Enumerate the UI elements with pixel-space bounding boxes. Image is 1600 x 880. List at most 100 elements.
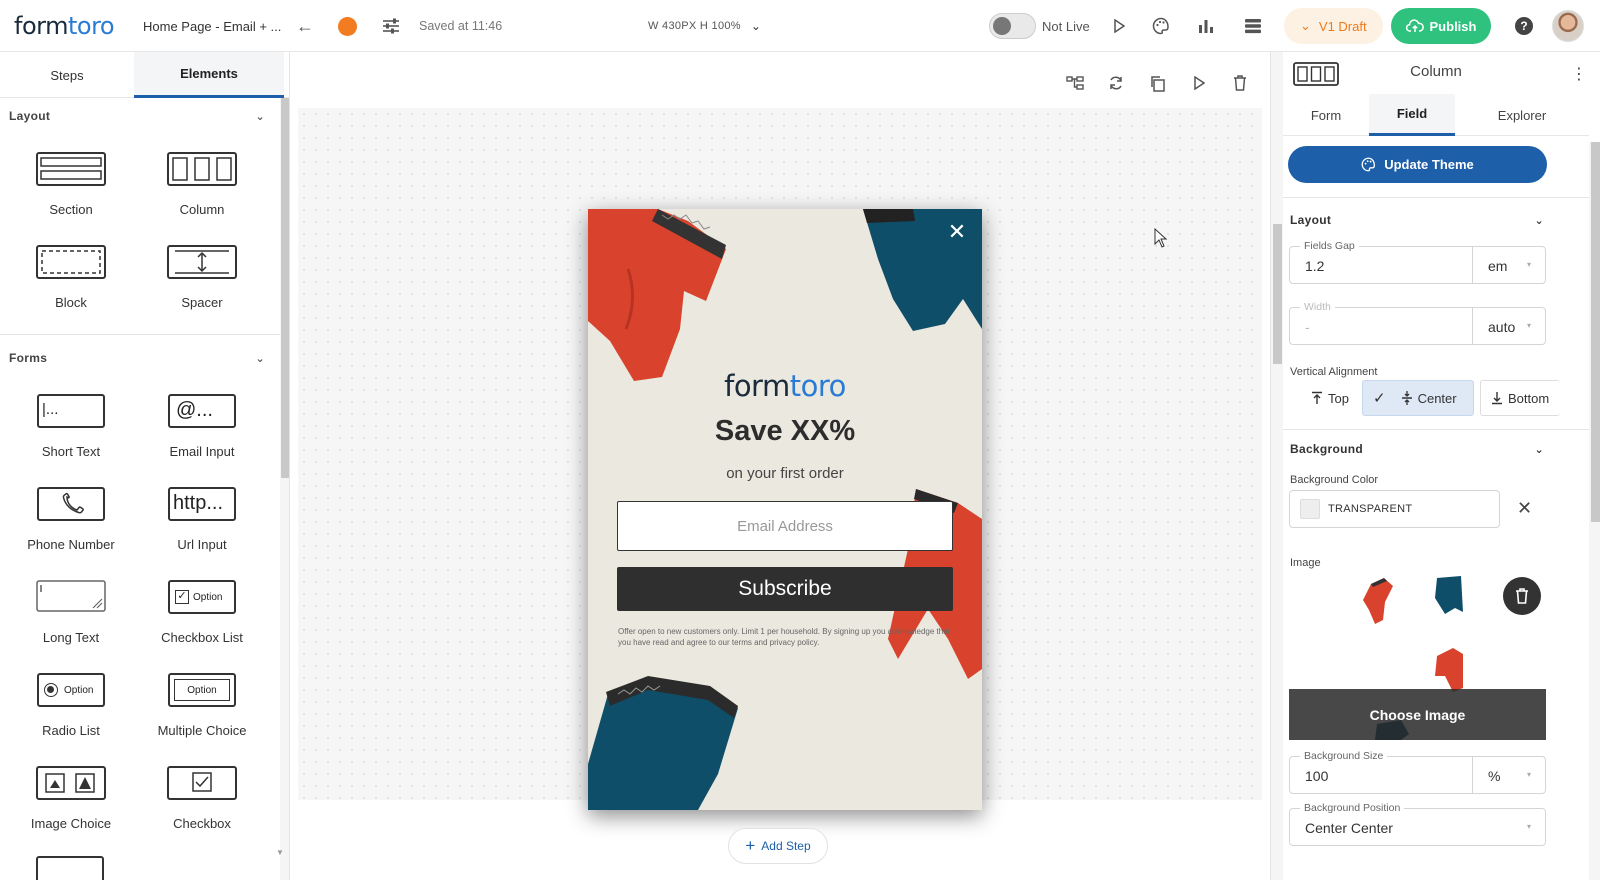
trash-icon bbox=[1516, 588, 1528, 604]
choose-image-button[interactable]: Choose Image bbox=[1289, 689, 1546, 740]
palette-icon bbox=[1361, 157, 1376, 172]
chevron-down-icon: ▾ bbox=[1526, 822, 1531, 831]
email-input-icon: @... bbox=[168, 394, 236, 428]
properties-tabs: Form Field Explorer bbox=[1283, 94, 1589, 136]
popup-subheadline[interactable]: on your first order bbox=[588, 465, 982, 482]
product-image-top-left bbox=[588, 209, 726, 381]
background-color-label: Background Color bbox=[1290, 474, 1379, 486]
update-theme-button[interactable]: Update Theme bbox=[1288, 146, 1547, 183]
chevron-down-icon: ⌄ bbox=[1300, 18, 1311, 33]
top-bar: form toro Home Page - Email + ... ← Saved… bbox=[0, 0, 1600, 52]
element-image-choice[interactable]: Image Choice bbox=[5, 766, 137, 848]
valign-center-button[interactable]: ✓ Center bbox=[1362, 380, 1474, 416]
divider bbox=[1283, 429, 1589, 430]
popup-fine-print[interactable]: Offer open to new customers only. Limit … bbox=[618, 627, 958, 649]
trash-icon[interactable] bbox=[1227, 70, 1253, 96]
user-avatar[interactable] bbox=[1552, 0, 1584, 52]
properties-scrollbar[interactable] bbox=[1589, 142, 1600, 880]
publish-button[interactable]: Publish bbox=[1391, 0, 1491, 52]
forms-section-header[interactable]: Forms ⌄ bbox=[9, 347, 265, 369]
left-scrollbar[interactable] bbox=[280, 98, 289, 880]
play-icon[interactable] bbox=[1186, 70, 1212, 96]
analytics-icon[interactable] bbox=[1198, 0, 1214, 52]
popup-preview[interactable]: ✕ formtoro Save XX% on your first order … bbox=[588, 209, 982, 810]
fields-gap-unit-select[interactable]: em bbox=[1488, 258, 1507, 274]
vertical-alignment-label: Vertical Alignment bbox=[1290, 366, 1378, 378]
tab-elements[interactable]: Elements bbox=[134, 52, 284, 98]
element-email-input[interactable]: @... Email Input bbox=[136, 394, 268, 476]
element-next-partial[interactable] bbox=[36, 856, 104, 880]
element-checkbox[interactable]: Checkbox bbox=[136, 766, 268, 848]
palette-icon[interactable] bbox=[1152, 0, 1170, 52]
element-url-input[interactable]: http... Url Input bbox=[136, 487, 268, 569]
url-input-icon: http... bbox=[168, 487, 236, 521]
check-icon: ✓ bbox=[1373, 390, 1386, 407]
version-draft-select[interactable]: ⌄ V1 Draft bbox=[1284, 0, 1383, 52]
settings-sliders-icon[interactable] bbox=[382, 0, 400, 52]
structure-tree-icon[interactable] bbox=[1062, 70, 1088, 96]
background-size-unit-select[interactable]: % bbox=[1488, 768, 1500, 784]
width-input[interactable]: Width - auto ▾ bbox=[1289, 301, 1546, 345]
background-section-header[interactable]: Background ⌄ bbox=[1290, 442, 1544, 456]
back-arrow-icon[interactable]: ← bbox=[296, 0, 314, 52]
background-size-input[interactable]: Background Size 100 % ▾ bbox=[1289, 750, 1546, 794]
editor-canvas: ✕ formtoro Save XX% on your first order … bbox=[290, 52, 1270, 880]
list-view-icon[interactable] bbox=[1244, 0, 1262, 52]
more-options-icon[interactable]: ⋮ bbox=[1571, 64, 1587, 84]
popup-headline[interactable]: Save XX% bbox=[588, 415, 982, 448]
element-block[interactable]: Block bbox=[5, 245, 137, 327]
canvas-stage[interactable]: ✕ formtoro Save XX% on your first order … bbox=[298, 108, 1262, 810]
layout-section-header[interactable]: Layout ⌄ bbox=[1290, 213, 1544, 227]
tab-field[interactable]: Field bbox=[1369, 94, 1455, 136]
subscribe-button[interactable]: Subscribe bbox=[617, 567, 953, 611]
popup-close-icon[interactable]: ✕ bbox=[946, 221, 968, 243]
viewport-dims-select[interactable]: W 430PX H 100% ⌄ bbox=[648, 0, 761, 52]
product-image-bottom-left bbox=[588, 676, 738, 810]
valign-top-button[interactable]: Top bbox=[1301, 380, 1359, 416]
element-section[interactable]: Section bbox=[5, 152, 137, 234]
background-color-picker[interactable]: TRANSPARENT bbox=[1289, 490, 1500, 528]
tab-steps[interactable]: Steps bbox=[0, 52, 134, 98]
element-short-text[interactable]: |... Short Text bbox=[5, 394, 137, 476]
add-step-button[interactable]: + Add Step bbox=[728, 828, 828, 864]
color-swatch bbox=[1300, 499, 1320, 519]
section-icon bbox=[36, 152, 106, 191]
help-icon[interactable]: ? bbox=[1515, 0, 1533, 52]
live-toggle[interactable] bbox=[989, 0, 1036, 52]
element-phone-number[interactable]: Phone Number bbox=[5, 487, 137, 569]
refresh-icon[interactable] bbox=[1103, 70, 1129, 96]
cloud-upload-icon bbox=[1405, 19, 1424, 32]
tab-form[interactable]: Form bbox=[1283, 94, 1369, 136]
email-field[interactable]: Email Address bbox=[617, 501, 953, 551]
element-spacer[interactable]: Spacer bbox=[136, 245, 268, 327]
image-label: Image bbox=[1290, 557, 1321, 569]
clear-color-icon[interactable]: ✕ bbox=[1517, 498, 1532, 519]
width-unit-select[interactable]: auto bbox=[1488, 319, 1515, 335]
scroll-down-icon[interactable]: ▼ bbox=[276, 848, 284, 857]
element-long-text[interactable]: Long Text bbox=[5, 580, 137, 662]
align-bottom-icon bbox=[1492, 392, 1502, 405]
element-multiple-choice[interactable]: Option Multiple Choice bbox=[136, 673, 268, 755]
fields-gap-input[interactable]: Fields Gap 1.2 em ▾ bbox=[1289, 240, 1546, 284]
layout-section-header[interactable]: Layout ⌄ bbox=[9, 105, 265, 127]
background-image-preview[interactable]: Choose Image bbox=[1289, 572, 1546, 740]
preview-play-icon[interactable] bbox=[1113, 0, 1125, 52]
align-top-icon bbox=[1312, 391, 1322, 404]
element-radio-list[interactable]: Option Radio List bbox=[5, 673, 137, 755]
element-checkbox-list[interactable]: ✓ Option Checkbox List bbox=[136, 580, 268, 662]
valign-bottom-button[interactable]: Bottom bbox=[1480, 380, 1560, 416]
chevron-down-icon: ⌄ bbox=[1534, 214, 1544, 227]
tab-explorer[interactable]: Explorer bbox=[1455, 94, 1589, 136]
app-logo[interactable]: form toro bbox=[14, 0, 115, 52]
delete-image-button[interactable] bbox=[1503, 577, 1541, 615]
chevron-down-icon: ⌄ bbox=[255, 110, 265, 123]
brand-color-dot[interactable] bbox=[338, 0, 357, 52]
properties-title: Column bbox=[1410, 63, 1462, 80]
element-column[interactable]: Column bbox=[136, 152, 268, 234]
background-position-select[interactable]: Background Position Center Center ▾ bbox=[1289, 802, 1546, 846]
canvas-scrollbar[interactable] bbox=[1271, 52, 1283, 880]
duplicate-icon[interactable] bbox=[1144, 70, 1170, 96]
align-center-icon bbox=[1401, 391, 1412, 405]
page-name[interactable]: Home Page - Email + ... bbox=[143, 0, 281, 52]
popup-logo: formtoro bbox=[724, 369, 846, 403]
